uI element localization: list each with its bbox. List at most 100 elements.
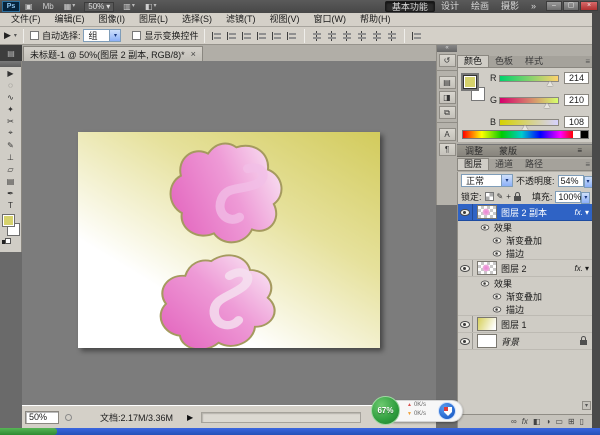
layer-style-icon[interactable]: fx [522,417,528,426]
align-right-edges-icon[interactable] [287,31,297,41]
menu-edit[interactable]: 编辑(E) [48,13,92,26]
visibility-eye-icon[interactable] [493,306,502,312]
windows-taskbar[interactable] [0,428,600,435]
lock-position-icon[interactable]: + [506,192,511,201]
layer-comps-panel-icon[interactable]: ⧉ [439,106,456,119]
marquee-tool[interactable]: ◌ [0,79,21,91]
status-zoom-field[interactable]: 50% [25,411,59,424]
layer-thumbnail[interactable] [477,317,497,331]
blend-mode-dropdown[interactable]: 正常 ▾ [461,174,513,187]
canvas-area[interactable] [22,61,436,405]
tab-swatches[interactable]: 色板 [489,56,519,67]
blue-slider[interactable] [499,119,559,126]
tool-preset-arrow-icon[interactable]: ▾ [14,32,17,39]
speed-ball-widget[interactable]: 67% ▲0K/s ▼0K/s [371,395,465,428]
document-tab-close-icon[interactable]: × [191,49,196,59]
menu-file[interactable]: 文件(F) [4,13,48,26]
eyedropper-tool[interactable]: ⌖ [0,127,21,139]
menu-help[interactable]: 帮助(H) [353,13,398,26]
document-tab[interactable]: 未标题-1 @ 50%(图层 2 副本, RGB/8)* × [23,46,203,61]
align-horizontal-centers-icon[interactable] [272,31,282,41]
document-canvas[interactable] [78,132,380,348]
new-layer-icon[interactable]: ⊞ [568,417,575,426]
workspace-overflow-button[interactable]: » [525,1,542,12]
align-left-edges-icon[interactable] [257,31,267,41]
layer-thumbnail[interactable] [477,205,497,219]
layer-effects-badge[interactable]: fx.▾ [575,264,589,273]
green-slider[interactable] [499,97,559,104]
type-tool[interactable]: T [0,199,21,211]
distribute-top-edges-icon[interactable] [312,31,322,41]
pen-tool[interactable]: ✒ [0,187,21,199]
move-tool[interactable]: ▶ [0,67,21,79]
show-transform-checkbox[interactable] [132,31,141,40]
magic-wand-tool[interactable]: ✦ [0,103,21,115]
green-value-field[interactable]: 210 [564,94,589,106]
tab-masks[interactable]: 蒙版 [491,144,525,157]
default-colors-icon[interactable] [2,238,10,245]
distribute-vertical-centers-icon[interactable] [327,31,337,41]
align-vertical-centers-icon[interactable] [227,31,237,41]
visibility-eye-icon[interactable] [493,238,502,244]
move-tool-preset-icon[interactable]: ▶ [4,30,11,41]
paragraph-panel-icon[interactable]: ¶ [439,143,456,156]
menu-window[interactable]: 窗口(W) [307,13,354,26]
layer-row-layer2-copy[interactable]: 图层 2 副本 fx.▾ [458,204,592,221]
info-panel-icon[interactable]: ◨ [439,91,456,104]
menu-layer[interactable]: 图层(L) [132,13,175,26]
layer-row-background[interactable]: 背景 [458,333,592,350]
arrange-documents-icon[interactable]: ▥▾ [118,1,140,12]
align-bottom-edges-icon[interactable] [242,31,252,41]
workspace-photography[interactable]: 摄影 [495,1,525,12]
effects-row[interactable]: 效果 [458,277,592,290]
gradient-overlay-row[interactable]: 渐变叠加 [458,290,592,303]
layer-thumbnail[interactable] [477,261,497,275]
red-slider[interactable] [499,75,559,82]
security-shield-icon[interactable] [438,402,456,420]
restore-button[interactable]: ▢ [563,1,579,11]
color-foreground-swatch[interactable] [463,75,477,89]
lasso-tool[interactable]: ∿ [0,91,21,103]
crop-tool[interactable]: ✂ [0,115,21,127]
workspace-design[interactable]: 设计 [435,1,465,12]
align-top-edges-icon[interactable] [212,31,222,41]
menu-image[interactable]: 图像(I) [92,13,133,26]
fill-field[interactable]: 100% ▾ [555,191,581,203]
start-button[interactable] [0,428,57,435]
visibility-eye-icon[interactable] [460,338,470,345]
visibility-eye-icon[interactable] [493,294,502,300]
close-button[interactable]: × [580,1,598,11]
menu-select[interactable]: 选择(S) [175,13,219,26]
visibility-eye-icon[interactable] [481,225,490,231]
lock-all-icon[interactable] [514,196,521,201]
workspace-painting[interactable]: 绘画 [465,1,495,12]
foreground-color-swatch[interactable] [2,214,15,227]
character-panel-icon[interactable]: A [439,128,456,141]
add-mask-icon[interactable]: ◧ [533,417,541,426]
mini-bridge-icon[interactable]: Mb [38,1,59,12]
effects-row[interactable]: 效果 [458,221,592,234]
adjustment-layer-icon[interactable]: ◑ [545,417,550,426]
zoom-level-dropdown[interactable]: 50%▾ [84,2,114,12]
stroke-row[interactable]: 描边 [458,247,592,260]
layer-row-layer2[interactable]: 图层 2 fx.▾ [458,260,592,277]
tools-panel-header-icon[interactable]: ▤ [0,45,22,61]
minimize-button[interactable]: – [546,1,562,11]
tab-adjustments[interactable]: 调整 [457,144,491,157]
visibility-eye-icon[interactable] [460,265,470,272]
layer-thumbnail[interactable] [477,334,497,348]
auto-select-checkbox[interactable] [30,31,39,40]
visibility-eye-icon[interactable] [460,321,470,328]
screen-mode-icon[interactable]: ◧▾ [140,1,162,12]
stroke-row[interactable]: 描边 [458,303,592,316]
tab-styles[interactable]: 样式 [519,56,549,67]
brush-tool[interactable]: ✎ [0,139,21,151]
lock-transparency-icon[interactable] [485,192,494,201]
bridge-icon[interactable]: ▣ [20,1,38,12]
delete-layer-icon[interactable]: ▯ [580,417,584,426]
dock-collapse-icon[interactable]: « [437,45,457,52]
blue-value-field[interactable]: 108 [564,116,589,128]
color-background-swatch[interactable] [471,87,485,101]
tab-paths[interactable]: 路径 [519,159,549,170]
opacity-field[interactable]: 54% ▾ [558,175,584,187]
